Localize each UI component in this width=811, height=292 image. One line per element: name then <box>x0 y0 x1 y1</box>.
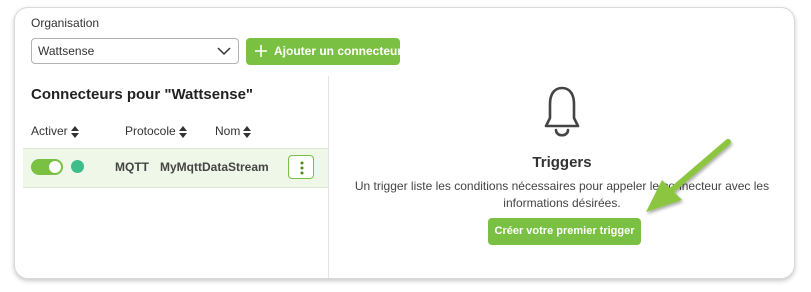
chevron-down-icon <box>217 47 231 56</box>
triggers-title: Triggers <box>532 154 592 171</box>
column-header-nom[interactable]: Nom <box>215 124 252 138</box>
add-connector-label: Ajouter un connecteur <box>274 44 403 58</box>
name-cell: MyMqttDataStream <box>160 160 269 174</box>
status-indicator <box>71 160 84 173</box>
connectors-card: Organisation Wattsense Ajouter un connec… <box>14 7 795 279</box>
sort-icon <box>178 125 187 138</box>
add-connector-button[interactable]: Ajouter un connecteur <box>246 38 403 65</box>
protocol-cell: MQTT <box>115 160 149 174</box>
enable-toggle[interactable] <box>31 159 63 175</box>
kebab-menu-icon <box>300 161 304 175</box>
plus-icon <box>255 45 267 57</box>
connectors-title: Connecteurs pour "Wattsense" <box>31 86 254 103</box>
bell-icon <box>544 86 580 137</box>
sort-icon <box>243 125 252 138</box>
connectors-panel: Connecteurs pour "Wattsense" Activer Pro… <box>23 76 329 278</box>
organisation-select[interactable]: Wattsense <box>31 38 239 64</box>
table-row[interactable]: MQTT MyMqttDataStream <box>23 148 328 188</box>
create-first-trigger-button[interactable]: Créer votre premier trigger <box>488 218 641 245</box>
triggers-description: Un trigger liste les conditions nécessai… <box>354 179 770 210</box>
toggle-knob <box>49 161 61 173</box>
triggers-panel: Triggers Un trigger liste les conditions… <box>329 76 794 278</box>
sort-icon <box>70 125 79 138</box>
organisation-select-value: Wattsense <box>38 44 95 58</box>
column-header-protocole[interactable]: Protocole <box>125 124 187 138</box>
more-options-button[interactable] <box>288 155 314 179</box>
column-header-activer[interactable]: Activer <box>31 124 79 138</box>
organisation-label: Organisation <box>31 16 100 30</box>
